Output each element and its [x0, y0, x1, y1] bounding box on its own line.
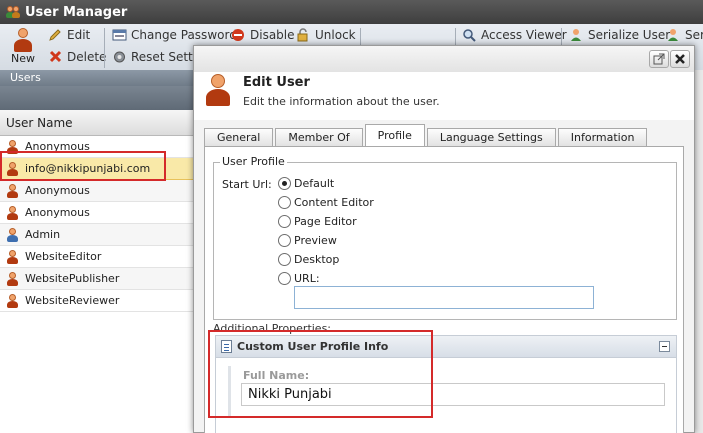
radio-button[interactable] [278, 234, 291, 247]
tab-profile[interactable]: Profile [364, 124, 425, 146]
popout-button[interactable] [649, 50, 669, 68]
user-name-cell: WebsitePublisher [25, 272, 120, 285]
dialog-header: Edit User Edit the information about the… [194, 72, 694, 120]
pencil-icon [48, 28, 63, 42]
access-viewer-label: Access Viewer [481, 28, 567, 42]
radio-button[interactable] [278, 272, 291, 285]
grid-band [0, 86, 194, 110]
unlock-button[interactable]: Unlock [296, 28, 356, 42]
table-row[interactable]: WebsitePublisher [0, 268, 194, 290]
popout-icon [653, 53, 665, 68]
radio-content-editor[interactable]: Content Editor [278, 196, 374, 209]
user-icon [6, 293, 20, 308]
disable-button[interactable]: Disable [231, 28, 295, 42]
user-icon [6, 249, 20, 264]
ribbon-separator [104, 28, 105, 68]
user-name-cell: WebsiteEditor [25, 250, 102, 263]
radio-label: URL: [294, 272, 320, 285]
radio-page-editor[interactable]: Page Editor [278, 215, 357, 228]
serialize-icon [569, 28, 584, 42]
serialize-icon [666, 28, 681, 42]
radio-label: Page Editor [294, 215, 357, 228]
radio-label: Desktop [294, 253, 340, 266]
user-icon [12, 28, 34, 52]
ribbon-group-users: Users [0, 70, 195, 86]
radio-default[interactable]: Default [278, 177, 334, 190]
delete-label: Delete [67, 50, 107, 64]
column-header-user-name[interactable]: User Name [0, 110, 194, 136]
users-icon [6, 5, 20, 19]
tab-general[interactable]: General [204, 128, 274, 146]
table-row[interactable]: Anonymous [0, 202, 194, 224]
disable-label: Disable [250, 28, 295, 42]
dialog-title: Edit User [243, 75, 310, 90]
tab-member-of[interactable]: Member Of [275, 128, 363, 146]
gear-icon [112, 50, 127, 64]
close-button[interactable] [670, 50, 690, 68]
edit-button[interactable]: Edit [48, 28, 90, 42]
user-name-cell: Anonymous [25, 184, 90, 197]
dialog-tabs: General Member Of Profile Language Setti… [204, 124, 649, 146]
tab-language-settings[interactable]: Language Settings [426, 128, 556, 146]
close-icon [674, 54, 686, 68]
password-form-icon [112, 28, 127, 42]
user-name-cell: Anonymous [25, 206, 90, 219]
user-icon [6, 205, 20, 220]
highlight-box-selected-user [0, 151, 166, 181]
user-profile-fieldset: User Profile Start Url: Default Content … [213, 155, 677, 320]
window-title: User Manager [25, 4, 128, 20]
disable-icon [231, 28, 246, 42]
unlock-label: Unlock [315, 28, 356, 42]
radio-label: Content Editor [294, 196, 374, 209]
start-url-label: Start Url: [222, 178, 272, 191]
table-row[interactable]: WebsiteReviewer [0, 290, 194, 312]
delete-x-icon [48, 50, 63, 64]
table-row[interactable]: WebsiteEditor [0, 246, 194, 268]
new-user-label: New [11, 52, 35, 65]
radio-label: Default [294, 177, 335, 190]
radio-button-checked[interactable] [278, 177, 291, 190]
table-row[interactable]: Anonymous [0, 180, 194, 202]
radio-label: Preview [294, 234, 337, 247]
user-icon [6, 271, 20, 286]
serialize-more-button[interactable]: Seriali [666, 28, 703, 42]
magnifier-icon [462, 28, 477, 42]
serialize-user-label: Serialize User [588, 28, 671, 42]
new-user-button[interactable]: New [6, 28, 40, 72]
user-profile-legend: User Profile [220, 155, 287, 168]
user-name-cell: WebsiteReviewer [25, 294, 120, 307]
radio-button[interactable] [278, 253, 291, 266]
dialog-title-strip [194, 46, 694, 72]
tab-information[interactable]: Information [557, 128, 648, 146]
unlock-icon [296, 28, 311, 42]
edit-label: Edit [67, 28, 91, 42]
url-input[interactable] [294, 286, 594, 309]
users-grid: User Name Anonymous info@nikkipunjabi.co… [0, 86, 194, 433]
change-password-button[interactable]: Change Password [112, 28, 237, 42]
user-icon [6, 183, 20, 198]
serialize-more-label: Seriali [685, 28, 703, 42]
radio-url[interactable]: URL: [278, 272, 320, 285]
serialize-user-button[interactable]: Serialize User [569, 28, 670, 42]
admin-user-icon [6, 227, 20, 242]
user-name-cell: Admin [25, 228, 61, 241]
radio-desktop[interactable]: Desktop [278, 253, 339, 266]
window-title-bar: User Manager [0, 0, 703, 24]
highlight-box-custom-profile [208, 330, 433, 418]
table-row[interactable]: Admin [0, 224, 194, 246]
access-viewer-button[interactable]: Access Viewer [462, 28, 567, 42]
change-password-label: Change Password [131, 28, 237, 42]
user-icon [206, 74, 230, 106]
radio-button[interactable] [278, 215, 291, 228]
delete-button[interactable]: Delete [48, 50, 106, 64]
collapse-button[interactable] [659, 341, 670, 352]
dialog-subtitle: Edit the information about the user. [243, 95, 440, 108]
radio-preview[interactable]: Preview [278, 234, 337, 247]
radio-button[interactable] [278, 196, 291, 209]
reset-settings-button[interactable]: Reset Settin [112, 50, 204, 64]
